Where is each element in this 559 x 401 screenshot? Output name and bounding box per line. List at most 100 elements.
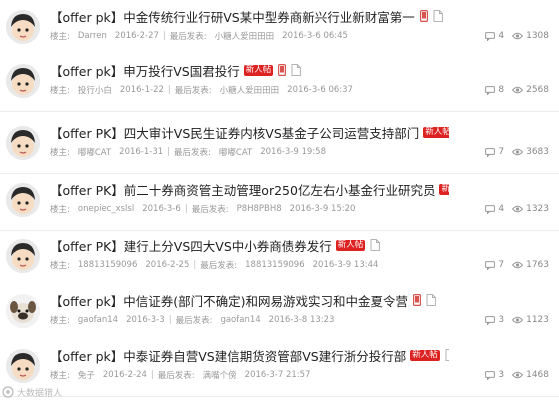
reply-count: 8: [498, 85, 505, 95]
view-count-stat: 1123: [512, 315, 549, 325]
author-label: 楼主:: [50, 205, 70, 215]
avatar[interactable]: [6, 10, 40, 44]
thread-row[interactable]: 【offer pk】中泰证券自营VS建信期货资管部VS建行浙分投行部 新人帖 楼主:…: [0, 341, 559, 397]
avatar[interactable]: [6, 294, 40, 328]
doc-icon: [426, 294, 436, 306]
reply-count-stat: 7: [485, 260, 504, 270]
thread-list: 【offer pk】中金传统行业行研VS某中型券商新兴行业新财富第一楼主: Dar…: [0, 0, 559, 401]
last-post-label: 最后发表:: [191, 205, 229, 215]
avatar[interactable]: [6, 126, 40, 160]
last-poster-name[interactable]: gaofan14: [220, 315, 260, 325]
eye-icon: [512, 148, 524, 156]
new-post-badge: 新人帖: [410, 349, 440, 361]
last-poster-name[interactable]: P8H8PBH8: [237, 204, 282, 214]
author-label: 楼主:: [50, 316, 70, 326]
view-count: 2568: [526, 85, 549, 95]
thread-title-link[interactable]: 【offer PK】前二十券商资管主动管理or250亿左右小基金行业研究员: [50, 180, 435, 199]
author-name[interactable]: 免子: [78, 369, 95, 381]
last-poster-name[interactable]: 嘟嘟CAT: [219, 146, 252, 158]
last-poster-name[interactable]: 小糖人爱田田田: [215, 30, 275, 42]
last-post-time: 2016-3-6 06:37: [287, 85, 353, 95]
post-date: 2016-2-24: [102, 370, 147, 380]
last-post-time: 2016-3-9 19:58: [260, 147, 326, 157]
last-post-label: 最后发表:: [157, 371, 195, 381]
avatar[interactable]: [6, 349, 40, 383]
last-post-label: 最后发表:: [174, 86, 212, 96]
watermark-text: 大数据猎人: [17, 388, 63, 399]
last-post-time: 2016-3-9 15:20: [289, 204, 356, 214]
view-count: 1763: [526, 260, 549, 270]
post-date: 2016-3-6: [142, 204, 181, 214]
view-count-stat: 3683: [512, 147, 549, 157]
author-name[interactable]: 嘟嘟CAT: [78, 146, 111, 158]
thread-title-link[interactable]: 【offer pk】中金传统行业行研VS某中型券商新兴行业新财富第一: [50, 7, 415, 26]
avatar[interactable]: [6, 64, 40, 98]
reply-count: 4: [498, 204, 505, 214]
comment-icon: [485, 260, 496, 270]
view-count: 3683: [526, 147, 549, 157]
author-label: 楼主:: [50, 261, 70, 271]
eye-icon: [512, 371, 524, 379]
last-post-label: 最后发表:: [175, 316, 213, 326]
thread-row[interactable]: 【offer PK】建行上分VS四大VS中小券商债券发行 新人帖楼主: 188131…: [0, 231, 559, 287]
thread-row[interactable]: 【offer pk】中信证券(部门不确定)和网易游戏实习和中金夏令营楼主: gao…: [0, 286, 559, 342]
doc-icon: [370, 239, 381, 251]
thread-row[interactable]: 【offer PK】四大审计VS民生证券内核VS基金子公司运营支持部门 新人帖 楼主…: [0, 118, 559, 174]
post-date: 2016-2-27: [114, 31, 159, 41]
post-date: 2016-3-3: [126, 315, 165, 325]
thread-row[interactable]: 【offer pk】中金传统行业行研VS某中型券商新兴行业新财富第一 楼主: Dar…: [0, 2, 559, 58]
reply-count: 4: [498, 31, 505, 41]
thread-title-link[interactable]: 【offer pk】中泰证券自营VS建信期货资管部VS建行浙分投行部: [50, 346, 406, 365]
watermark: 大数据猎人: [2, 384, 62, 400]
author-name[interactable]: Darren: [78, 31, 107, 41]
view-count: 1468: [526, 370, 549, 380]
comment-icon: [485, 370, 496, 380]
thread-title-link[interactable]: 【offer PK】建行上分VS四大VS中小券商债券发行: [50, 236, 332, 255]
last-post-label: 最后发表:: [174, 148, 211, 158]
reply-count: 3: [498, 315, 505, 325]
reply-count-stat: 4: [485, 31, 504, 41]
view-count-stat: 1763: [512, 260, 549, 270]
watermark-logo-icon: [2, 386, 14, 398]
eye-icon: [512, 261, 524, 269]
thread-title-link[interactable]: 【offer pk】申万投行VS国君投行: [50, 61, 240, 80]
doc-icon: [433, 10, 443, 22]
reply-count-stat: 4: [485, 204, 504, 214]
reply-count: 3: [498, 370, 505, 380]
reply-count: 7: [498, 147, 505, 157]
last-poster-name[interactable]: 18813159096: [245, 260, 305, 270]
post-date: 2016-1-31: [119, 147, 164, 157]
author-name[interactable]: onepiec_xslsl: [78, 204, 134, 214]
last-poster-name[interactable]: 小糖人爱田田田: [220, 84, 280, 96]
thread-title-link[interactable]: 【offer PK】四大审计VS民生证券内核VS基金子公司运营支持部门: [50, 123, 419, 142]
view-count-stat: 1468: [512, 370, 549, 380]
doc-icon: [445, 349, 449, 361]
author-label: 楼主:: [50, 86, 70, 96]
thread-row[interactable]: 【offer pk】申万投行VS国君投行 新人帖 楼主: 投行小白 2016-1-22 |…: [0, 56, 559, 112]
reply-count-stat: 3: [485, 315, 504, 325]
author-name[interactable]: gaofan14: [78, 315, 118, 325]
thread-title-link[interactable]: 【offer pk】中信证券(部门不确定)和网易游戏实习和中金夏令营: [50, 291, 408, 310]
last-poster-name[interactable]: 满嘴个傍: [203, 369, 237, 381]
new-post-badge: 新人帖: [423, 126, 449, 138]
author-name[interactable]: 18813159096: [78, 260, 138, 270]
thread-row[interactable]: 【offer PK】前二十券商资管主动管理or250亿左右小基金行业研究员新人帖…: [0, 175, 559, 231]
view-count: 1323: [526, 204, 549, 214]
new-post-badge: 新人帖: [335, 239, 366, 251]
reply-count: 7: [498, 260, 505, 270]
avatar[interactable]: [6, 239, 40, 273]
view-count-stat: 1308: [512, 31, 549, 41]
author-name[interactable]: 投行小白: [78, 84, 112, 96]
reply-count-stat: 3: [485, 370, 504, 380]
phone-icon: [278, 64, 287, 76]
post-date: 2016-1-22: [119, 85, 164, 95]
new-post-badge: 新人帖: [243, 64, 274, 76]
last-post-time: 2016-3-8 13:23: [268, 315, 335, 325]
doc-icon: [291, 64, 302, 76]
new-post-badge: 新人帖: [439, 183, 449, 195]
avatar[interactable]: [6, 183, 40, 217]
comment-icon: [485, 85, 496, 95]
view-count-stat: 1323: [512, 204, 549, 214]
eye-icon: [512, 316, 524, 324]
comment-icon: [485, 204, 496, 214]
